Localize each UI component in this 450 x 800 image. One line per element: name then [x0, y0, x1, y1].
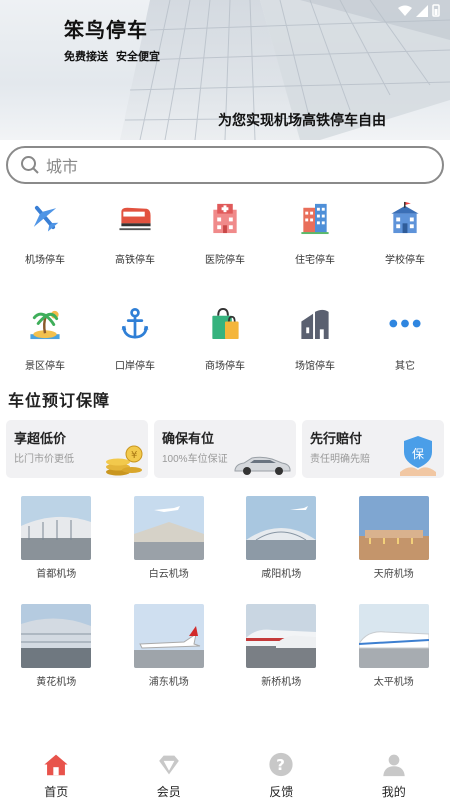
airport-photo [21, 604, 92, 668]
promo-low-price[interactable]: 享超低价 比门市价更低 ¥ [6, 420, 148, 478]
tab-profile[interactable]: 我的 [338, 748, 450, 800]
category-venue[interactable]: 场馆停车 [270, 302, 360, 372]
airport-item[interactable]: 黄花机场 [0, 604, 113, 688]
airport-label: 天府机场 [373, 569, 414, 580]
svg-text:?: ? [276, 756, 285, 774]
search-placeholder: 城市 [46, 159, 79, 176]
wifi-icon [398, 5, 412, 16]
hospital-icon [213, 203, 237, 234]
airplane-icon [33, 205, 59, 232]
airport-photo [246, 496, 317, 560]
city-search-input[interactable]: 城市 [6, 146, 444, 184]
category-label: 口岸停车 [115, 361, 155, 372]
airport-item[interactable]: 太平机场 [338, 604, 450, 688]
search-icon [21, 156, 39, 174]
tagline-safe-cheap: 安全便宜 [116, 51, 160, 63]
app-tagline: 免费接送 安全便宜 [64, 48, 168, 64]
car-icon [234, 456, 291, 475]
palm-island-icon [30, 310, 60, 340]
airport-label: 新桥机场 [261, 677, 302, 688]
category-label: 场馆停车 [295, 361, 335, 372]
section-title: 车位预订保障 [8, 393, 111, 410]
user-icon [383, 754, 405, 777]
airport-photo [358, 604, 429, 668]
category-label: 景区停车 [25, 361, 65, 372]
airport-item[interactable]: 新桥机场 [225, 604, 338, 688]
category-school[interactable]: 学校停车 [360, 196, 450, 266]
shopping-bag-icon [212, 307, 239, 340]
tagline-free-shuttle: 免费接送 [64, 51, 108, 63]
category-port[interactable]: 口岸停车 [90, 302, 180, 372]
train-icon [119, 207, 151, 231]
category-mall[interactable]: 商场停车 [180, 302, 270, 372]
promo-title: 确保有位 [162, 431, 215, 446]
airport-label: 黄花机场 [36, 677, 77, 688]
battery-icon [432, 4, 440, 17]
category-label: 学校停车 [385, 255, 425, 266]
airport-label: 浦东机场 [148, 677, 189, 688]
residence-icon [301, 203, 329, 235]
category-label: 其它 [395, 361, 415, 372]
status-bar [398, 4, 440, 17]
airport-photo [133, 496, 204, 560]
airport-photo [133, 604, 204, 668]
category-high-speed-rail[interactable]: 高铁停车 [90, 196, 180, 266]
svg-text:保: 保 [412, 447, 424, 461]
promo-guaranteed-spot[interactable]: 确保有位 100%车位保证 [154, 420, 296, 478]
banner-slogan: 为您实现机场高铁停车自由 [218, 112, 386, 128]
home-icon [44, 754, 68, 776]
venue-icon [301, 309, 329, 340]
tab-label: 会员 [156, 785, 181, 799]
category-label: 机场停车 [25, 255, 65, 266]
school-icon [391, 201, 419, 234]
airport-photo [21, 496, 92, 560]
diamond-icon [158, 755, 179, 775]
bottom-tab-bar: 首页 会员 ? 反馈 我的 [0, 748, 450, 800]
category-airport[interactable]: 机场停车 [0, 196, 90, 266]
airport-label: 咸阳机场 [261, 569, 302, 580]
category-label: 住宅停车 [295, 255, 335, 266]
category-label: 医院停车 [205, 255, 245, 266]
more-dots-icon [389, 319, 421, 328]
category-hospital[interactable]: 医院停车 [180, 196, 270, 266]
category-scenic[interactable]: 景区停车 [0, 302, 90, 372]
airport-label: 首都机场 [36, 569, 77, 580]
shield-hand-icon: 保 [400, 436, 436, 476]
airport-label: 太平机场 [373, 677, 414, 688]
category-grid: 机场停车 高铁停车 医院停车 住宅停车 学校停车 景区停车 口岸停车 商场停车 … [0, 196, 450, 372]
airport-item[interactable]: 咸阳机场 [225, 496, 338, 580]
airport-grid: 首都机场 白云机场 咸阳机场 天府机场 黄花机场 浦东机场 新桥机场 太平机场 [0, 496, 450, 688]
signal-icon [416, 4, 428, 17]
svg-text:¥: ¥ [131, 450, 137, 461]
question-icon: ? [269, 752, 293, 777]
tab-home[interactable]: 首页 [0, 748, 113, 800]
tab-label: 我的 [381, 785, 406, 799]
promo-advance-compensation[interactable]: 先行赔付 责任明确先赔 保 [302, 420, 444, 478]
guarantee-cards: 享超低价 比门市价更低 ¥ 确保有位 100%车位保证 先行赔付 责任明确先赔 … [6, 420, 444, 478]
tab-label: 首页 [44, 785, 69, 799]
tab-label: 反馈 [269, 785, 294, 799]
tab-membership[interactable]: 会员 [113, 748, 226, 800]
airport-photo [358, 496, 429, 560]
tab-feedback[interactable]: ? 反馈 [225, 748, 338, 800]
coins-icon: ¥ [106, 445, 143, 476]
category-residential[interactable]: 住宅停车 [270, 196, 360, 266]
category-label: 高铁停车 [115, 255, 155, 266]
airport-item[interactable]: 白云机场 [113, 496, 226, 580]
airport-label: 白云机场 [148, 569, 189, 580]
header-banner: 笨鸟停车 免费接送 安全便宜 为您实现机场高铁停车自由 [0, 0, 450, 140]
category-other[interactable]: 其它 [360, 302, 450, 372]
anchor-icon [121, 308, 149, 339]
airport-item[interactable]: 浦东机场 [113, 604, 226, 688]
airport-item[interactable]: 天府机场 [338, 496, 450, 580]
category-label: 商场停车 [205, 361, 245, 372]
airport-photo [246, 604, 317, 668]
app-title: 笨鸟停车 [64, 20, 148, 42]
airport-item[interactable]: 首都机场 [0, 496, 113, 580]
